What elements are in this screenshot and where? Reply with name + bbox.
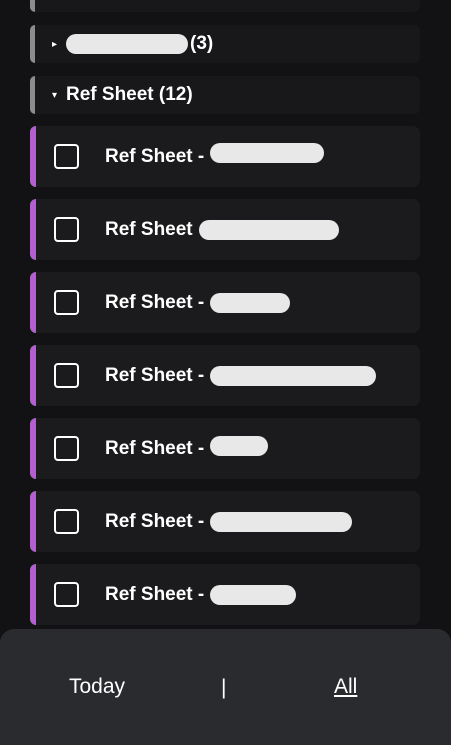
task-title-text: Ref Sheet - [105, 437, 205, 459]
task-title[interactable]: Ref Sheet [105, 219, 339, 241]
task-checkbox[interactable] [54, 290, 79, 315]
tab-separator: | [221, 676, 227, 699]
task-title-text: Ref Sheet - [105, 583, 205, 605]
task-title-text: Ref Sheet - [105, 291, 205, 313]
task-title-text: Ref Sheet - [105, 364, 205, 386]
task-checkbox[interactable] [54, 582, 79, 607]
group-header-collapsed[interactable]: ▸ (3) [30, 25, 420, 63]
redacted-text [210, 365, 377, 386]
task-checkbox[interactable] [54, 144, 79, 169]
task-row[interactable]: Ref Sheet [30, 199, 420, 260]
task-title[interactable]: Ref Sheet - [105, 291, 291, 314]
task-title[interactable]: Ref Sheet - [105, 142, 325, 168]
task-row[interactable]: Ref Sheet - [30, 418, 420, 479]
task-row[interactable]: Ref Sheet - [30, 126, 420, 187]
caret-right-icon[interactable]: ▸ [52, 39, 66, 50]
task-title[interactable]: Ref Sheet - [105, 583, 297, 606]
group-header-cutoff[interactable] [30, 0, 420, 12]
group-background [35, 0, 420, 12]
tab-today[interactable]: Today [69, 675, 125, 699]
group-label: Ref Sheet (12) [66, 84, 193, 105]
redacted-text [66, 34, 188, 54]
caret-down-icon[interactable]: ▾ [52, 90, 66, 101]
group-header-ref-sheet[interactable]: ▾ Ref Sheet (12) [30, 76, 420, 114]
task-title[interactable]: Ref Sheet - [105, 364, 377, 387]
redacted-text [210, 584, 297, 605]
redacted-text [210, 142, 325, 163]
redacted-text [210, 292, 291, 313]
tab-all[interactable]: All [334, 675, 357, 699]
filter-bar: Today | All [0, 629, 451, 745]
task-title-text: Ref Sheet - [105, 145, 205, 167]
task-checkbox[interactable] [54, 436, 79, 461]
task-title[interactable]: Ref Sheet - [105, 510, 353, 533]
redacted-text [210, 435, 269, 456]
task-list-panel: ▸ (3) ▾ Ref Sheet (12) Ref Sheet - Ref S… [0, 0, 451, 745]
group-label: (3) [66, 33, 213, 55]
task-title-text: Ref Sheet - [105, 510, 205, 532]
task-row[interactable]: Ref Sheet - [30, 272, 420, 333]
task-checkbox[interactable] [54, 217, 79, 242]
task-row[interactable]: Ref Sheet - [30, 491, 420, 552]
task-title[interactable]: Ref Sheet - [105, 435, 269, 460]
task-row[interactable]: Ref Sheet - [30, 564, 420, 625]
redacted-text [198, 219, 339, 240]
task-checkbox[interactable] [54, 363, 79, 388]
redacted-text [210, 511, 353, 532]
task-title-text: Ref Sheet [105, 218, 193, 240]
group-count: (3) [190, 33, 214, 54]
task-checkbox[interactable] [54, 509, 79, 534]
task-row[interactable]: Ref Sheet - [30, 345, 420, 406]
